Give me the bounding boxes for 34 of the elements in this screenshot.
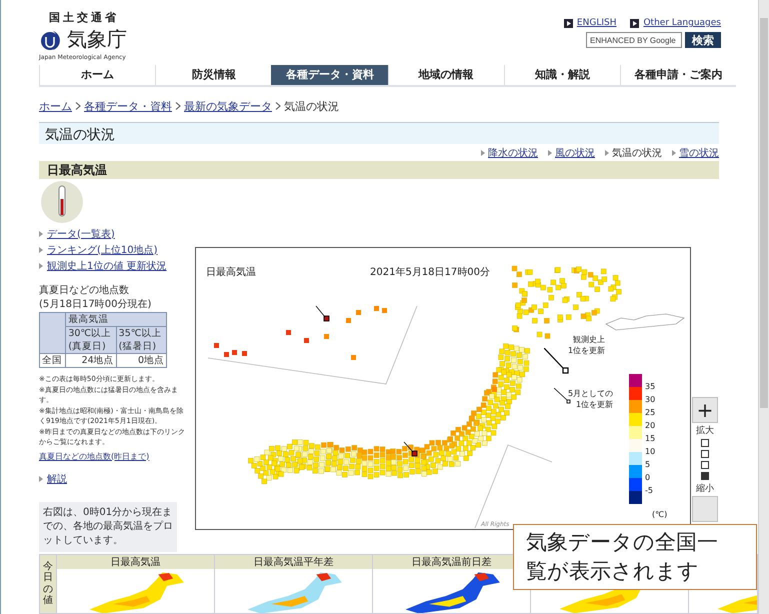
table-header: 最高気温 xyxy=(66,312,166,326)
table-cell: 0地点 xyxy=(116,353,166,367)
legend-annotation: 観測史上 1位を更新 xyxy=(568,334,606,356)
scale-label: -5 xyxy=(645,484,654,496)
zoom-in-label: 拡大 xyxy=(696,424,714,436)
info-text: 右図は、0時01分から現在までの、各地の最高気温をプロットしています。 xyxy=(39,502,177,552)
table-header: 35℃以上 (猛暑日) xyxy=(116,326,166,353)
table-cell: 全国 xyxy=(40,353,66,367)
scale-label: 20 xyxy=(645,420,656,432)
map-timestamp: 2021年5月18日17時00分 xyxy=(370,266,490,278)
table-cell: 24地点 xyxy=(66,353,116,367)
row-label: 今日の値 xyxy=(40,554,56,613)
scale-label: 15 xyxy=(645,432,656,444)
thumbnail-title: 日最高気温平年差 xyxy=(215,554,372,568)
zoom-out-label: 縮小 xyxy=(696,482,714,494)
counts-title: 真夏日などの地点数 xyxy=(39,284,130,296)
counts-timestamp: (5月18日17時00分現在) xyxy=(39,298,152,310)
current-page-label: 気温の状況 xyxy=(284,98,339,114)
scale-label: 10 xyxy=(645,446,656,458)
scale-label: 35 xyxy=(645,380,656,392)
page-title: 気温の状況 xyxy=(39,122,719,144)
thumbnail-title: 日最高気温 xyxy=(57,554,214,568)
scale-label: 25 xyxy=(645,406,656,418)
unit-label: (℃) xyxy=(652,510,668,518)
agency-name: 気象庁 xyxy=(67,26,127,53)
table-header: 30℃以上 (真夏日) xyxy=(66,326,116,353)
scale-label: 30 xyxy=(645,394,656,406)
section-title: 日最高気温 xyxy=(39,160,719,178)
scale-label: 5 xyxy=(645,458,652,470)
legend-annotation: 5月としての 1位を更新 xyxy=(568,388,614,410)
map-title: 日最高気温 xyxy=(206,266,256,278)
scale-label: 0 xyxy=(645,472,652,484)
ministry-name: 国土交通省 xyxy=(48,10,120,25)
callout-tooltip: 気象データの全国一覧が表示されます xyxy=(513,524,757,590)
